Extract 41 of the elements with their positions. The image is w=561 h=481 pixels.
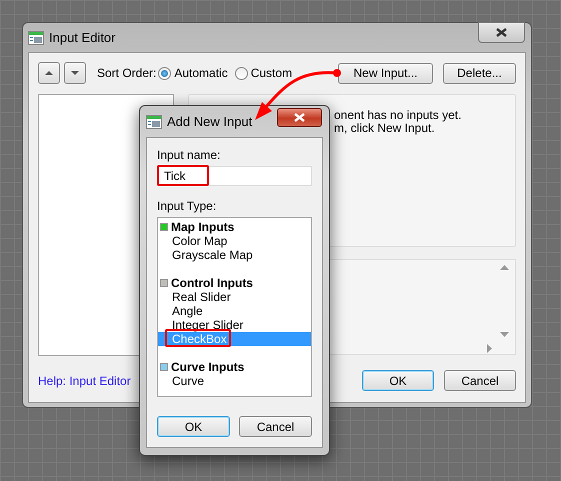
button[interactable]: Cancel bbox=[444, 370, 516, 391]
scroll-up-icon bbox=[500, 265, 509, 270]
move-up-button[interactable] bbox=[38, 62, 60, 84]
radio-button[interactable] bbox=[158, 66, 172, 80]
dialog-title: Add New Input bbox=[167, 112, 252, 131]
close-icon bbox=[496, 28, 507, 37]
app-icon bbox=[146, 114, 162, 128]
help-link[interactable]: Help: Input Editor bbox=[38, 372, 131, 390]
close-button[interactable] bbox=[478, 22, 525, 43]
group-heading: Map Inputs bbox=[171, 219, 234, 236]
list-item[interactable]: Real Slider bbox=[158, 290, 311, 304]
field-label: Input Type: bbox=[157, 199, 218, 213]
close-button[interactable] bbox=[277, 108, 322, 127]
radio-option[interactable]: Automatic bbox=[158, 64, 228, 82]
sort-order-label: Sort Order: bbox=[97, 65, 156, 82]
input-field[interactable]: Tick bbox=[157, 166, 312, 186]
input-type-list[interactable]: Map Inputs Color Map Grayscale Map Control Inputs Real Slider Angle Integer Slider CheckBox Curve Inputs Curve bbox=[157, 217, 312, 397]
button[interactable]: OK bbox=[157, 416, 230, 437]
list-item[interactable]: Angle bbox=[158, 304, 311, 318]
list-item[interactable]: Color Map bbox=[158, 234, 311, 248]
group-heading: Curve Inputs bbox=[171, 359, 244, 376]
radio-button[interactable] bbox=[234, 66, 248, 80]
list-item[interactable]: Integer Slider bbox=[158, 318, 311, 332]
list-item[interactable]: Grayscale Map bbox=[158, 248, 311, 262]
list-item[interactable]: Curve bbox=[158, 374, 311, 388]
button[interactable]: OK bbox=[362, 370, 434, 391]
button[interactable]: New Input... bbox=[338, 62, 433, 84]
window-title: Input Editor bbox=[49, 28, 116, 47]
field-label: Input name: bbox=[157, 148, 222, 162]
highlight-frame bbox=[157, 165, 209, 186]
button[interactable]: Cancel bbox=[239, 416, 312, 437]
radio-option[interactable]: Custom bbox=[234, 64, 292, 82]
group-heading: Control Inputs bbox=[171, 275, 253, 292]
scroll-down-icon bbox=[500, 332, 509, 337]
move-down-button[interactable] bbox=[64, 62, 86, 84]
info-text: m, click New Input. bbox=[334, 122, 435, 135]
scroll-right-icon bbox=[487, 344, 492, 353]
close-icon bbox=[294, 113, 305, 122]
app-icon bbox=[28, 30, 44, 44]
button[interactable]: Delete... bbox=[443, 62, 516, 84]
info-text: onent has no inputs yet. bbox=[334, 109, 462, 122]
